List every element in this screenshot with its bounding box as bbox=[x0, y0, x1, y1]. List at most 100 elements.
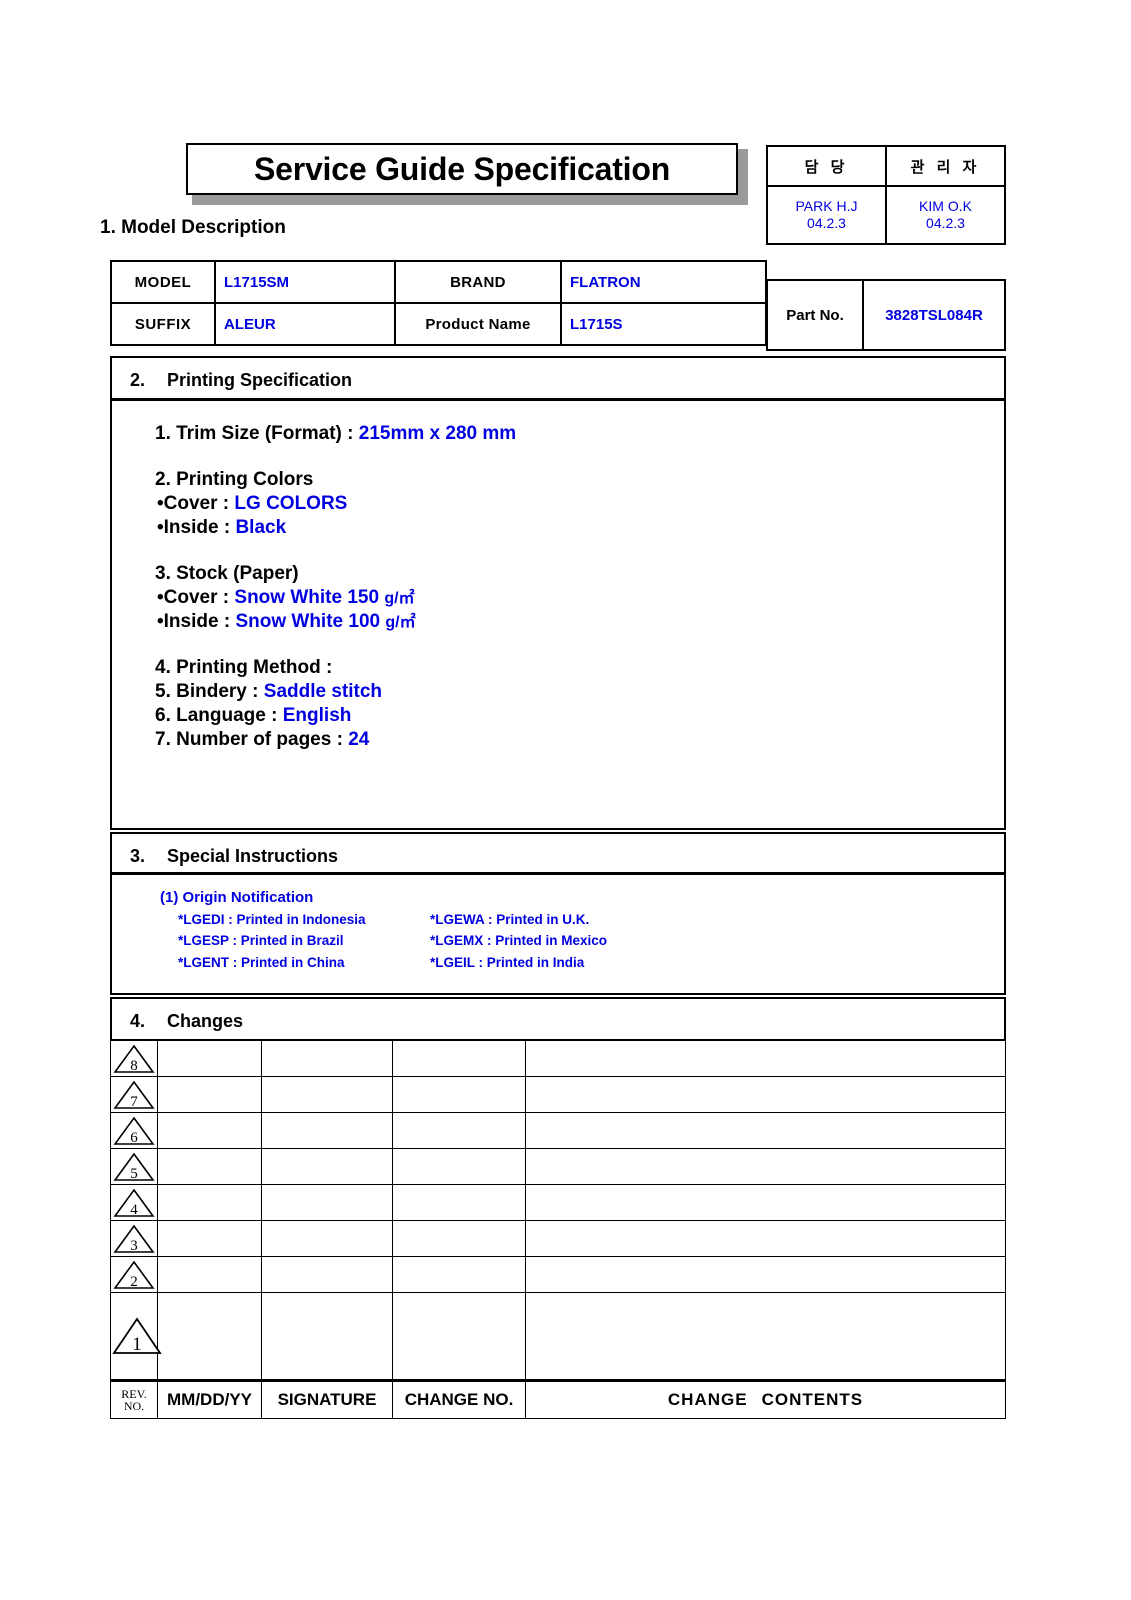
column-header-change-contents: CHANGE CONTENTS bbox=[525, 1379, 1006, 1419]
printing-colors-cover-line: •Cover : LG COLORS bbox=[155, 494, 516, 513]
revision-change-no-cell[interactable] bbox=[392, 1184, 526, 1221]
revision-change-no-cell[interactable] bbox=[392, 1112, 526, 1149]
origin-right-3: *LGEIL : Printed in India bbox=[430, 954, 585, 970]
trim-size-label: 1. Trim Size (Format) : bbox=[155, 423, 354, 444]
stock-inside-unit: g/㎡ bbox=[385, 614, 416, 631]
revision-contents-cell[interactable] bbox=[525, 1256, 1006, 1293]
stock-cover-label: •Cover : bbox=[157, 587, 230, 608]
suffix-row: SUFFIX ALEUR Product Name L1715S bbox=[110, 302, 767, 346]
printing-method-line: 4. Printing Method : bbox=[155, 657, 333, 678]
part-number-value: 3828TSL084R bbox=[862, 279, 1006, 351]
revision-contents-cell[interactable] bbox=[525, 1076, 1006, 1113]
revision-signature-cell[interactable] bbox=[261, 1220, 393, 1257]
revision-change-no-cell[interactable] bbox=[392, 1220, 526, 1257]
revision-triangle-icon: 4 bbox=[113, 1188, 155, 1218]
section-3-header-box: 3. Special Instructions bbox=[110, 832, 1006, 874]
stock-inside-line: •Inside : Snow White 100 g/㎡ bbox=[155, 612, 516, 631]
revision-change-no-cell[interactable] bbox=[392, 1292, 526, 1381]
change-contents-word-1: CHANGE bbox=[667, 1390, 748, 1409]
table-row: 2 bbox=[110, 1256, 1006, 1293]
revision-date-cell[interactable] bbox=[157, 1220, 262, 1257]
column-header-date: MM/DD/YY bbox=[157, 1379, 262, 1419]
trim-size-value: 215mm x 280 mm bbox=[358, 423, 517, 444]
pages-line: 7. Number of pages : 24 bbox=[155, 730, 516, 749]
revision-change-no-cell[interactable] bbox=[392, 1256, 526, 1293]
revision-signature-cell[interactable] bbox=[261, 1256, 393, 1293]
revision-date-cell[interactable] bbox=[157, 1256, 262, 1293]
product-name-label: Product Name bbox=[394, 302, 562, 346]
section-2-header-box: 2. Printing Specification bbox=[110, 356, 1006, 400]
revision-number: 6 bbox=[130, 1130, 138, 1146]
revision-triangle-icon: 3 bbox=[113, 1224, 155, 1254]
printing-colors-inside-line: •Inside : Black bbox=[155, 518, 516, 537]
revision-contents-cell[interactable] bbox=[525, 1292, 1006, 1381]
revision-triangle-icon: 1 bbox=[111, 1316, 163, 1356]
column-header-change-no: CHANGE NO. bbox=[392, 1379, 526, 1419]
revision-date-cell[interactable] bbox=[157, 1184, 262, 1221]
revision-contents-cell[interactable] bbox=[525, 1040, 1006, 1077]
approval-cell-manager: KIM O.K 04.2.3 bbox=[885, 185, 1006, 245]
stock-cover-value: Snow White 150 bbox=[234, 587, 380, 608]
revision-number: 5 bbox=[130, 1166, 138, 1182]
revision-contents-cell[interactable] bbox=[525, 1220, 1006, 1257]
origin-left-3: *LGENT : Printed in China bbox=[178, 954, 345, 970]
revision-date-cell[interactable] bbox=[157, 1040, 262, 1077]
section-3-number: 3. bbox=[130, 846, 146, 866]
section-2-number: 2. bbox=[130, 370, 146, 390]
revision-triangle-icon: 7 bbox=[113, 1080, 155, 1110]
product-name-value: L1715S bbox=[560, 302, 767, 346]
stock-heading: 3. Stock (Paper) bbox=[155, 563, 299, 584]
title-box: Service Guide Specification bbox=[186, 143, 738, 195]
document-title-block: Service Guide Specification bbox=[186, 143, 748, 205]
section-3-title: Special Instructions bbox=[167, 846, 339, 866]
revision-signature-cell[interactable] bbox=[261, 1184, 393, 1221]
revision-date-cell[interactable] bbox=[157, 1148, 262, 1185]
bindery-label: 5. Bindery : bbox=[155, 681, 259, 702]
approval-header-row: 담 당 관 리 자 bbox=[766, 145, 1006, 187]
approval-date-charge: 04.2.3 bbox=[807, 215, 846, 231]
revision-change-no-cell[interactable] bbox=[392, 1040, 526, 1077]
origin-left-1: *LGEDI : Printed in Indonesia bbox=[178, 912, 366, 927]
revision-date-cell[interactable] bbox=[157, 1076, 262, 1113]
revision-triangle-icon: 6 bbox=[113, 1116, 155, 1146]
revision-marker-cell: 7 bbox=[110, 1076, 158, 1113]
language-label: 6. Language : bbox=[155, 705, 278, 726]
revision-contents-cell[interactable] bbox=[525, 1184, 1006, 1221]
table-row: 3 bbox=[110, 1220, 1006, 1257]
rev-no-line-2: NO. bbox=[123, 1399, 145, 1413]
approval-cell-charge: PARK H.J 04.2.3 bbox=[766, 185, 887, 245]
revision-signature-cell[interactable] bbox=[261, 1148, 393, 1185]
section-1-heading: 1. Model Description bbox=[100, 217, 286, 238]
origin-row: *LGENT : Printed in China *LGEIL : Printe… bbox=[160, 952, 607, 973]
revision-signature-cell[interactable] bbox=[261, 1076, 393, 1113]
revision-signature-cell[interactable] bbox=[261, 1112, 393, 1149]
revision-change-no-cell[interactable] bbox=[392, 1148, 526, 1185]
revision-marker-cell: 5 bbox=[110, 1148, 158, 1185]
printing-colors-inside-label: •Inside : bbox=[157, 517, 231, 538]
printing-colors-heading: 2. Printing Colors bbox=[155, 469, 314, 490]
brand-label: BRAND bbox=[394, 260, 562, 304]
revision-change-no-cell[interactable] bbox=[392, 1076, 526, 1113]
section-4-heading: 4. Changes bbox=[112, 999, 1004, 1044]
revision-date-cell[interactable] bbox=[157, 1112, 262, 1149]
section-4-header-box: 4. Changes bbox=[110, 997, 1006, 1041]
table-row: 8 bbox=[110, 1040, 1006, 1077]
revision-signature-cell[interactable] bbox=[261, 1292, 393, 1381]
stock-cover-line: •Cover : Snow White 150 g/㎡ bbox=[155, 588, 516, 607]
language-line: 6. Language : English bbox=[155, 706, 516, 725]
trim-size-line: 1. Trim Size (Format) : 215mm x 280 mm bbox=[155, 424, 516, 443]
revision-triangle-icon: 5 bbox=[113, 1152, 155, 1182]
model-description-table: MODEL L1715SM BRAND FLATRON SUFFIX ALEUR… bbox=[110, 260, 767, 346]
revision-contents-cell[interactable] bbox=[525, 1112, 1006, 1149]
revision-contents-cell[interactable] bbox=[525, 1148, 1006, 1185]
origin-row: *LGEDI : Printed in Indonesia *LGEWA : Pr… bbox=[160, 909, 607, 930]
approval-body-row: PARK H.J 04.2.3 KIM O.K 04.2.3 bbox=[766, 185, 1006, 245]
origin-right-2: *LGEMX : Printed in Mexico bbox=[430, 933, 608, 949]
revision-date-cell[interactable] bbox=[157, 1292, 262, 1381]
stock-cover-unit: g/㎡ bbox=[384, 590, 415, 607]
model-label: MODEL bbox=[110, 260, 216, 304]
revision-signature-cell[interactable] bbox=[261, 1040, 393, 1077]
section-2-heading: 2. Printing Specification bbox=[112, 358, 1004, 403]
